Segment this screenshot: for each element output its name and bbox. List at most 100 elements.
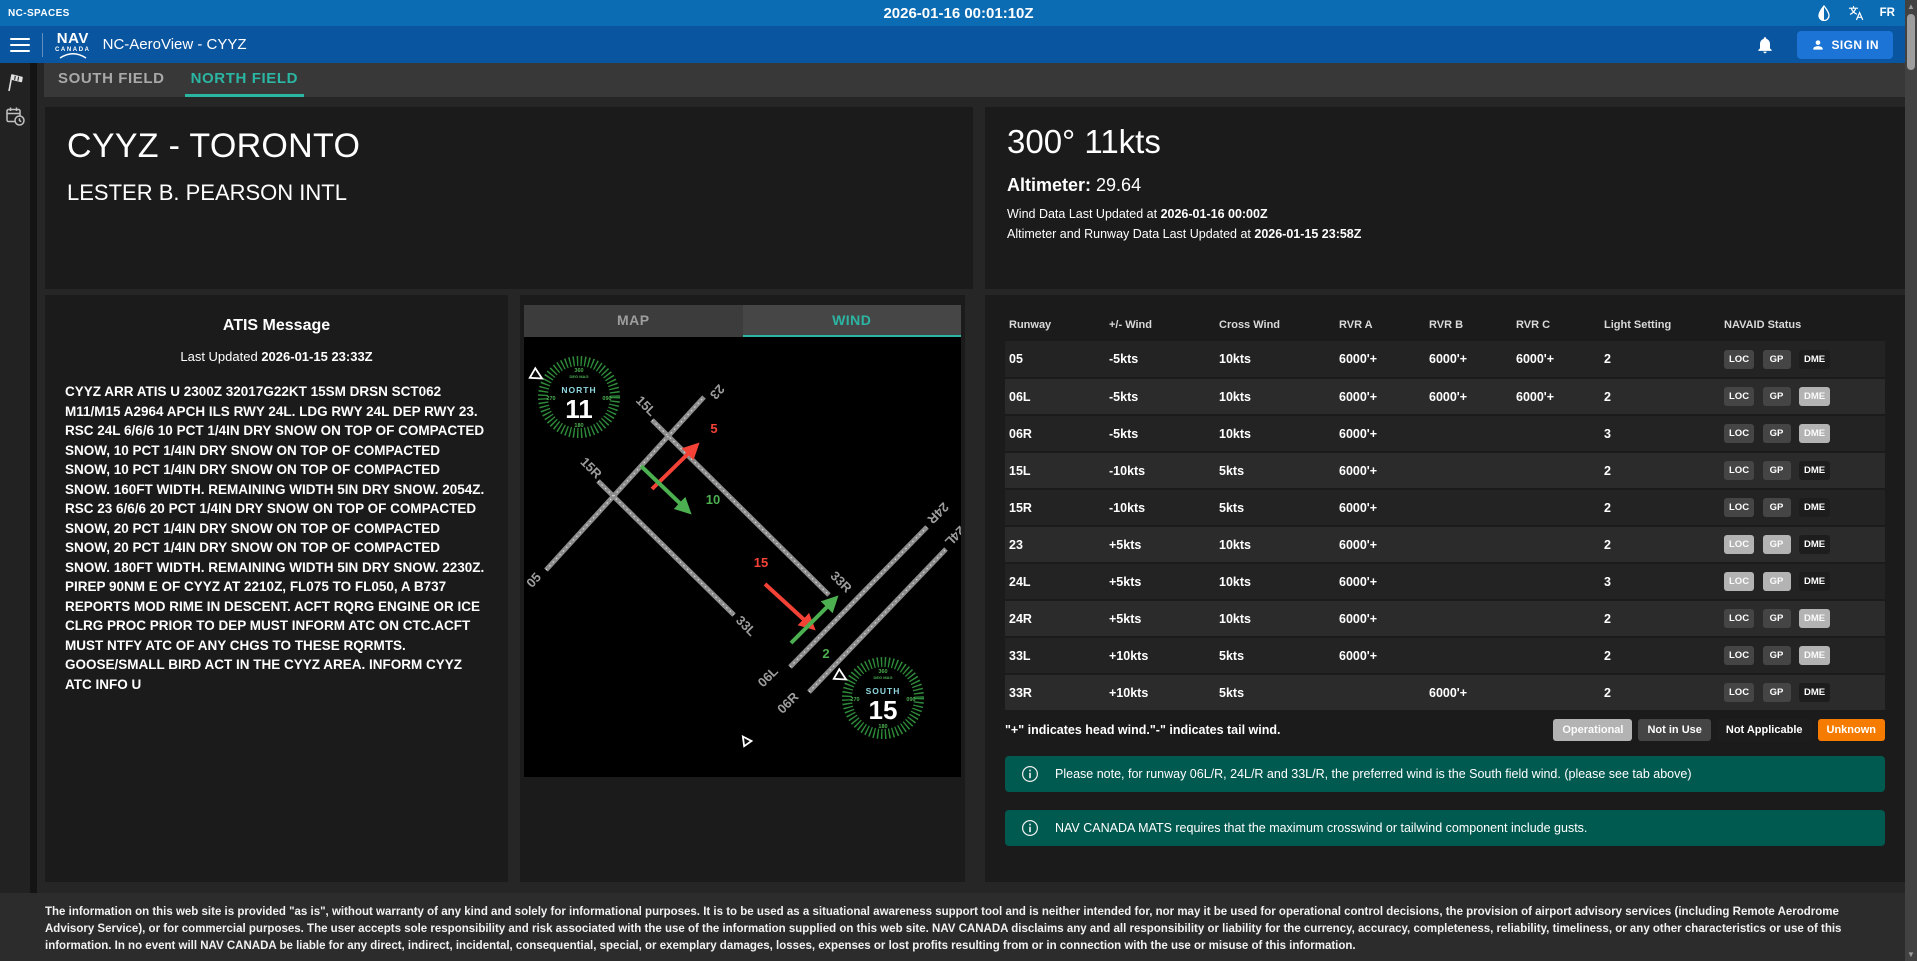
nav-canada-logo[interactable]: NAV CANADA [55,31,91,59]
runway-marker-icon [741,734,754,748]
loc-status-badge: LOC [1724,683,1755,702]
atis-message: CYYZ ARR ATIS U 2300Z 32017G22KT 15SM DR… [65,384,485,692]
dme-status-badge: DME [1799,424,1831,443]
north-wind-pointer-icon [528,366,544,380]
gp-status-badge: GP [1762,349,1791,369]
field-tab-bar: SOUTH FIELD NORTH FIELD [44,63,1917,97]
runway-cell: 15R [1009,500,1032,515]
dme-status-badge: DME [1799,498,1831,517]
gp-status-badge: GP [1762,498,1791,517]
gp-status-badge: GP [1762,387,1791,406]
table-row: 23 +5kts 10kts 6000'+ 2 LOC GP DME [1005,526,1885,563]
svg-text:090: 090 [602,396,611,402]
info-banner: NAV CANADA MATS requires that the maximu… [1005,810,1885,846]
tab-wind[interactable]: WIND [742,305,961,337]
vertical-scrollbar[interactable]: ▲ ▼ [1905,0,1917,961]
legend-badge: Not in Use [1638,719,1711,741]
utility-bar: NC-SPACES 2026-01-16 00:01:10Z FR [0,0,1917,26]
dme-status-badge: DME [1799,349,1831,369]
svg-text:24L: 24L [942,523,961,549]
utc-clock: 2026-01-16 00:01:10Z [883,4,1034,22]
runway-centerlines [545,396,947,693]
gp-status-badge: GP [1762,609,1791,628]
map-tab-bar: MAP WIND [524,305,961,337]
table-header-row: Runway +/- Wind Cross Wind RVR A RVR B R… [1009,319,1802,331]
airport-header-card: CYYZ - TORONTO LESTER B. PEARSON INTL [45,107,973,289]
info-banner-text: Please note, for runway 06L/R, 24L/R and… [1055,767,1692,781]
gp-status-badge: GP [1762,535,1791,554]
left-icon-rail [0,63,37,893]
svg-text:DEG MAG: DEG MAG [873,675,892,680]
legend-row: "+" indicates head wind."-" indicates ta… [1005,719,1885,741]
info-banner: Please note, for runway 06L/R, 24L/R and… [1005,756,1885,792]
legend-badge: Not Applicable [1716,719,1812,741]
divider [42,32,43,57]
logo-chevron-icon [59,52,87,59]
windsock-icon[interactable] [4,71,26,93]
runway-cell: 33R [1009,685,1032,700]
wind-diagram: 15L 33R 15R 33L 05 23 06L 24R 06R 24L 5 … [524,337,961,777]
gp-status-badge: GP [1762,461,1791,480]
gp-status-badge: GP [1762,572,1791,591]
current-wind: 300° 11kts [1007,123,1161,160]
south-compass: 360 DEG MAG 090 180 270 SOUTH 15 [842,657,924,739]
dme-status-badge: DME [1799,646,1831,665]
disclaimer-footer: The information on this web site is prov… [0,893,1917,961]
svg-text:2: 2 [822,646,829,661]
info-icon [1021,765,1039,783]
table-row: 06R -5kts 10kts 6000'+ 3 LOC GP DME [1005,415,1885,452]
atis-card: ATIS Message Last Updated 2026-01-15 23:… [45,295,508,882]
runway-cell: 23 [1009,537,1023,552]
table-row: 24R +5kts 10kts 6000'+ 2 LOC GP DME [1005,600,1885,637]
menu-icon[interactable] [10,34,30,56]
tab-north-field[interactable]: NORTH FIELD [184,63,305,97]
app-root: NC-SPACES 2026-01-16 00:01:10Z FR NAV CA… [0,0,1917,961]
tab-south-field[interactable]: SOUTH FIELD [52,63,171,97]
runway-table: Runway +/- Wind Cross Wind RVR A RVR B R… [1005,311,1885,712]
sign-in-button[interactable]: SIGN IN [1796,30,1893,59]
svg-text:33R: 33R [827,568,855,596]
legend-badge: Operational [1553,719,1633,741]
notifications-bell-icon[interactable] [1755,35,1775,55]
gp-status-badge: GP [1762,683,1791,702]
runway-cell: 24L [1009,574,1031,589]
scroll-down-icon[interactable]: ▼ [1905,948,1917,961]
table-row: 33R +10kts 5kts 6000'+ 2 LOC GP DME [1005,674,1885,711]
language-toggle[interactable]: FR [1880,7,1895,19]
table-row: 33L +10kts 5kts 6000'+ 2 LOC GP DME [1005,637,1885,674]
scrollbar-thumb[interactable] [1907,14,1915,70]
north-compass: 360 DEG MAG 090 180 270 NORTH 11 [538,356,620,438]
svg-text:15R: 15R [577,454,605,482]
dme-status-badge: DME [1799,572,1831,591]
scroll-up-icon[interactable]: ▲ [1905,0,1917,13]
table-row: 24L +5kts 10kts 6000'+ 3 LOC GP DME [1005,563,1885,600]
status-legend: Operational Not in Use Not Applicable Un… [1553,719,1885,741]
runway-cell: 05 [1009,352,1023,366]
dme-status-badge: DME [1799,461,1831,480]
loc-status-badge: LOC [1724,535,1755,554]
translate-icon[interactable] [1848,5,1864,21]
person-icon [1812,39,1823,50]
loc-status-badge: LOC [1724,387,1755,406]
table-row: 06L -5kts 10kts 6000'+ 6000'+ 6000'+ 2 L… [1005,378,1885,415]
svg-text:24R: 24R [924,499,952,527]
legend-badge: Unknown [1817,719,1885,741]
gp-status-badge: GP [1762,424,1791,443]
runway-lines [544,395,948,694]
table-row: 05 -5kts 10kts 6000'+ 6000'+ 6000'+ 2 LO… [1005,341,1885,378]
runway-data-card: Runway +/- Wind Cross Wind RVR A RVR B R… [985,295,1905,882]
svg-text:15: 15 [754,555,768,570]
loc-status-badge: LOC [1724,461,1755,480]
contrast-icon[interactable] [1816,4,1832,22]
svg-text:06L: 06L [755,664,781,690]
svg-text:06R: 06R [774,689,802,717]
atis-updated: Last Updated 2026-01-15 23:33Z [180,349,373,364]
tab-map[interactable]: MAP [524,305,743,337]
info-banner-text: NAV CANADA MATS requires that the maximu… [1055,821,1588,835]
dme-status-badge: DME [1799,387,1831,406]
dme-status-badge: DME [1799,609,1831,628]
altimeter-line: Altimeter: 29.64 [1007,175,1142,195]
info-icon [1021,819,1039,837]
svg-text:5: 5 [710,421,717,436]
history-calendar-icon[interactable] [4,105,26,127]
